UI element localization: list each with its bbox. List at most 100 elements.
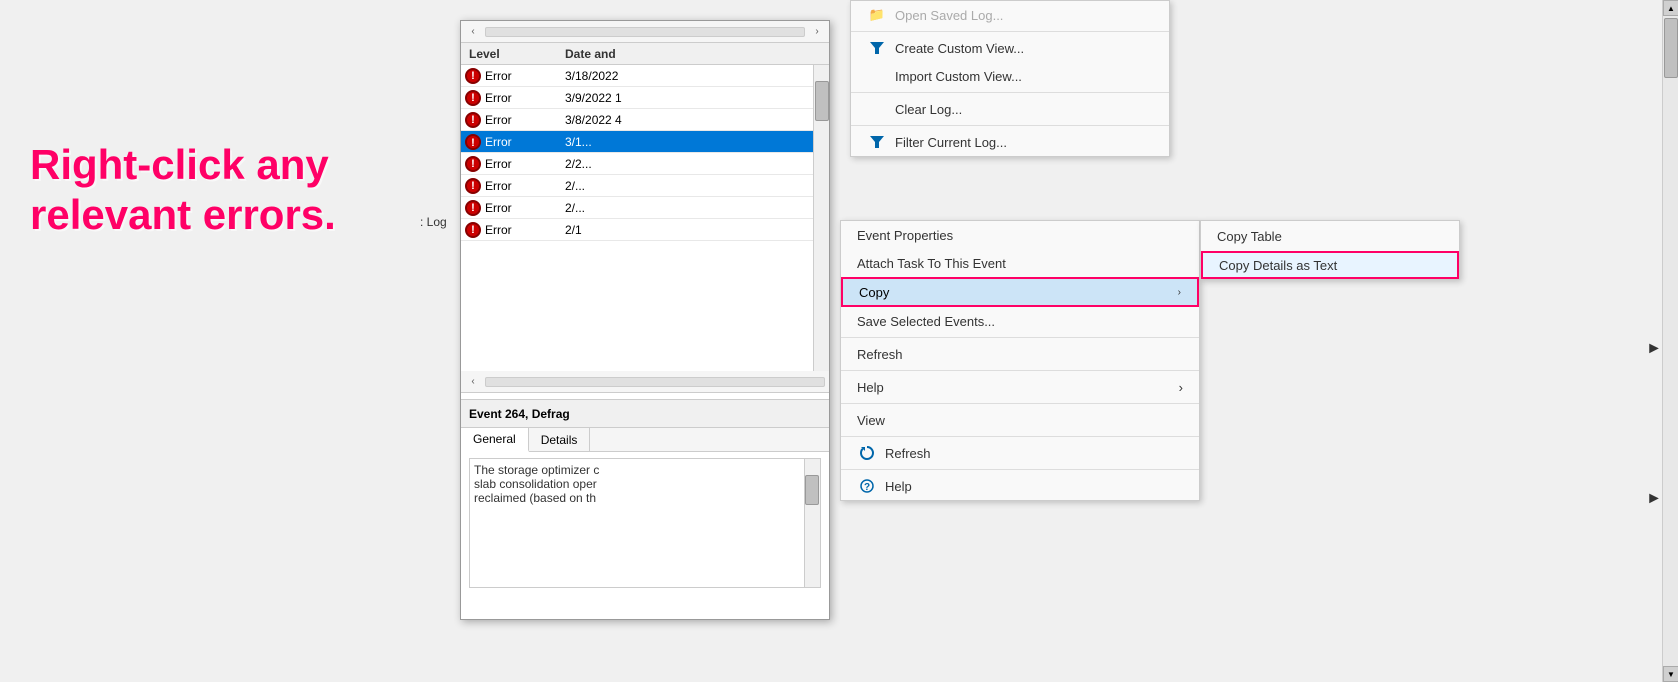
cm-copy-arrow: › bbox=[1178, 287, 1181, 298]
cm-help[interactable]: Help › bbox=[841, 373, 1199, 401]
error-icon: ! bbox=[465, 68, 481, 84]
cm-create-custom-view[interactable]: Create Custom View... bbox=[851, 34, 1169, 62]
content-scroll-thumb[interactable] bbox=[805, 475, 819, 505]
cm-refresh[interactable]: Refresh bbox=[841, 340, 1199, 368]
cm-import-custom-view[interactable]: Import Custom View... bbox=[851, 62, 1169, 90]
content-scrollbar[interactable] bbox=[804, 459, 820, 587]
ev-nav-bar: ‹ › bbox=[461, 21, 829, 43]
table-row-selected[interactable]: ! Error 3/1... bbox=[461, 131, 813, 153]
error-icon-selected: ! bbox=[465, 134, 481, 150]
cm-attach-task[interactable]: Attach Task To This Event bbox=[841, 249, 1199, 277]
table-row[interactable]: ! Error 2/... bbox=[461, 175, 813, 197]
error-icon: ! bbox=[465, 112, 481, 128]
row-date: 2/2... bbox=[561, 157, 813, 171]
row-date: 3/9/2022 1 bbox=[561, 91, 813, 105]
ev-scrollbar-h[interactable] bbox=[485, 377, 825, 387]
nav-forward-btn[interactable]: › bbox=[809, 24, 825, 40]
scroll-arrow-up[interactable]: ▲ bbox=[1663, 0, 1678, 16]
context-menu-top: 📁 Open Saved Log... Create Custom View..… bbox=[850, 0, 1170, 157]
cm-event-properties[interactable]: Event Properties bbox=[841, 221, 1199, 249]
row-date: 3/1... bbox=[561, 135, 813, 149]
cm-clear-log[interactable]: Clear Log... bbox=[851, 95, 1169, 123]
table-row[interactable]: ! Error 3/8/2022 4 bbox=[461, 109, 813, 131]
filter-icon bbox=[867, 38, 887, 58]
help-icon: ? bbox=[857, 476, 877, 496]
tab-details[interactable]: Details bbox=[529, 428, 591, 451]
cm-refresh-2[interactable]: Refresh bbox=[841, 439, 1199, 467]
row-level: Error bbox=[485, 223, 512, 237]
ev-rows-container: ! Error 3/18/2022 ! Error 3/9/2022 1 bbox=[461, 65, 813, 371]
instruction-line2: relevant errors. bbox=[30, 190, 336, 240]
row-level: Error bbox=[485, 135, 512, 149]
row-date: 2/1 bbox=[561, 223, 813, 237]
cm-filter-current-log[interactable]: Filter Current Log... bbox=[851, 128, 1169, 156]
cm-separator-3 bbox=[851, 125, 1169, 126]
cm-help-2[interactable]: ? Help bbox=[841, 472, 1199, 500]
log-item-label: : Log bbox=[420, 215, 447, 229]
row-level: Error bbox=[485, 69, 512, 83]
table-row[interactable]: ! Error 3/18/2022 bbox=[461, 65, 813, 87]
ev-scrollbar-top[interactable] bbox=[485, 27, 805, 37]
cm-separator-2 bbox=[851, 92, 1169, 93]
svg-text:?: ? bbox=[864, 482, 870, 493]
table-row[interactable]: ! Error 2/1 bbox=[461, 219, 813, 241]
error-icon: ! bbox=[465, 90, 481, 106]
cm-main-sep-5 bbox=[841, 469, 1199, 470]
cm-main-sep-3 bbox=[841, 403, 1199, 404]
right-panel: 📁 Open Saved Log... Create Custom View..… bbox=[840, 0, 1678, 682]
refresh-icon bbox=[857, 443, 877, 463]
filter-icon-2 bbox=[867, 132, 887, 152]
content-line3: reclaimed (based on th bbox=[474, 491, 816, 505]
cm-copy-table[interactable]: Copy Table bbox=[1201, 221, 1459, 251]
ev-tabs: General Details bbox=[461, 428, 829, 452]
col-level-header: Level bbox=[461, 47, 561, 61]
tab-general[interactable]: General bbox=[461, 428, 529, 452]
scrollbar-thumb[interactable] bbox=[815, 81, 829, 121]
cm-main-sep-2 bbox=[841, 370, 1199, 371]
cm-main-sep bbox=[841, 337, 1199, 338]
expand-arrow-right[interactable]: ► bbox=[1646, 340, 1662, 358]
ev-nav-bottom: ‹ bbox=[461, 371, 829, 393]
table-row[interactable]: ! Error 2/... bbox=[461, 197, 813, 219]
row-level: Error bbox=[485, 113, 512, 127]
cm-save-selected-events[interactable]: Save Selected Events... bbox=[841, 307, 1199, 335]
content-line2: slab consolidation oper bbox=[474, 477, 816, 491]
table-row[interactable]: ! Error 3/9/2022 1 bbox=[461, 87, 813, 109]
cm-separator bbox=[851, 31, 1169, 32]
instruction-line1: Right-click any bbox=[30, 140, 336, 190]
content-line1: The storage optimizer c bbox=[474, 463, 816, 477]
row-date: 3/8/2022 4 bbox=[561, 113, 813, 127]
cm-view[interactable]: View bbox=[841, 406, 1199, 434]
error-icon: ! bbox=[465, 178, 481, 194]
nav-bottom-back[interactable]: ‹ bbox=[465, 374, 481, 390]
ev-bottom-title: Event 264, Defrag bbox=[461, 400, 829, 428]
cm-open-saved-log[interactable]: 📁 Open Saved Log... bbox=[851, 1, 1169, 29]
scroll-thumb[interactable] bbox=[1664, 18, 1678, 78]
error-icon: ! bbox=[465, 200, 481, 216]
svg-text:!: ! bbox=[471, 137, 475, 149]
nav-back-btn[interactable]: ‹ bbox=[465, 24, 481, 40]
row-date: 3/18/2022 bbox=[561, 69, 813, 83]
context-menu-main: Event Properties Attach Task To This Eve… bbox=[840, 220, 1200, 501]
scroll-arrow-down[interactable]: ▼ bbox=[1663, 666, 1678, 682]
cm-copy[interactable]: Copy › bbox=[841, 277, 1199, 307]
event-viewer-window: ‹ › Level Date and ! Error 3/18/2022 bbox=[460, 20, 830, 620]
context-menu-copy: Copy Table Copy Details as Text bbox=[1200, 220, 1460, 280]
col-date-header: Date and bbox=[561, 47, 813, 61]
folder-icon: 📁 bbox=[867, 5, 887, 25]
row-level: Error bbox=[485, 157, 512, 171]
row-level: Error bbox=[485, 201, 512, 215]
placeholder-icon bbox=[867, 66, 887, 86]
row-date: 2/... bbox=[561, 201, 813, 215]
row-date: 2/... bbox=[561, 179, 813, 193]
placeholder-icon-2 bbox=[867, 99, 887, 119]
ev-table-header: Level Date and bbox=[461, 43, 829, 65]
ev-content: The storage optimizer c slab consolidati… bbox=[461, 452, 829, 612]
table-row[interactable]: ! Error 2/2... bbox=[461, 153, 813, 175]
instruction-text: Right-click any relevant errors. bbox=[30, 140, 336, 241]
ev-scrollbar-right[interactable] bbox=[813, 65, 829, 371]
expand-arrow-right-2[interactable]: ► bbox=[1646, 490, 1662, 508]
cm-copy-details-as-text[interactable]: Copy Details as Text bbox=[1201, 251, 1459, 279]
error-icon: ! bbox=[465, 156, 481, 172]
cm-help-arrow: › bbox=[1179, 380, 1183, 395]
